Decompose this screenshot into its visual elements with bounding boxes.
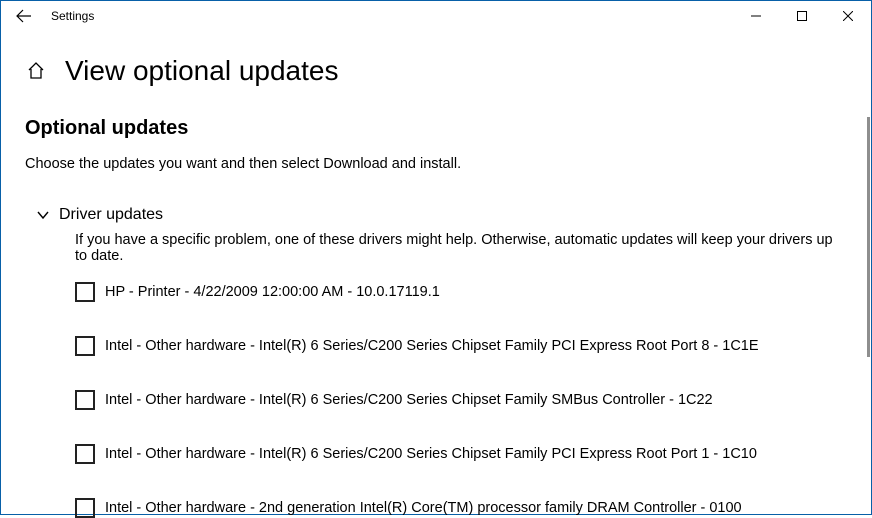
home-icon <box>26 61 46 81</box>
driver-updates-description: If you have a specific problem, one of t… <box>75 232 847 264</box>
update-checkbox[interactable] <box>75 498 95 518</box>
minimize-icon <box>751 11 761 21</box>
maximize-button[interactable] <box>779 1 825 31</box>
update-item: HP - Printer - 4/22/2009 12:00:00 AM - 1… <box>75 282 847 302</box>
update-item: Intel - Other hardware - Intel(R) 6 Seri… <box>75 444 847 464</box>
update-checkbox[interactable] <box>75 444 95 464</box>
title-bar: Settings <box>1 1 871 31</box>
close-icon <box>843 11 853 21</box>
window-title: Settings <box>51 9 94 23</box>
page-header-row: View optional updates <box>25 55 847 87</box>
back-button[interactable] <box>11 3 37 29</box>
minimize-button[interactable] <box>733 1 779 31</box>
update-label: HP - Printer - 4/22/2009 12:00:00 AM - 1… <box>105 284 440 300</box>
update-item: Intel - Other hardware - Intel(R) 6 Seri… <box>75 336 847 356</box>
maximize-icon <box>797 11 807 21</box>
home-button[interactable] <box>25 60 47 82</box>
update-item: Intel - Other hardware - 2nd generation … <box>75 498 847 518</box>
update-label: Intel - Other hardware - Intel(R) 6 Seri… <box>105 446 757 462</box>
update-checkbox[interactable] <box>75 282 95 302</box>
update-item: Intel - Other hardware - Intel(R) 6 Seri… <box>75 390 847 410</box>
update-label: Intel - Other hardware - Intel(R) 6 Seri… <box>105 392 713 408</box>
update-checkbox[interactable] <box>75 390 95 410</box>
scrollbar[interactable] <box>867 117 870 357</box>
chevron-down-icon <box>35 207 51 223</box>
back-arrow-icon <box>16 8 32 24</box>
content-area: View optional updates Optional updates C… <box>1 31 871 514</box>
instruction-text: Choose the updates you want and then sel… <box>25 156 847 172</box>
page-title: View optional updates <box>65 55 338 87</box>
driver-updates-title: Driver updates <box>59 206 163 224</box>
driver-updates-section: Driver updates If you have a specific pr… <box>25 206 847 518</box>
update-label: Intel - Other hardware - 2nd generation … <box>105 500 742 516</box>
close-button[interactable] <box>825 1 871 31</box>
driver-updates-toggle[interactable]: Driver updates <box>35 206 847 224</box>
update-checkbox[interactable] <box>75 336 95 356</box>
update-label: Intel - Other hardware - Intel(R) 6 Seri… <box>105 338 759 354</box>
section-title: Optional updates <box>25 117 847 140</box>
